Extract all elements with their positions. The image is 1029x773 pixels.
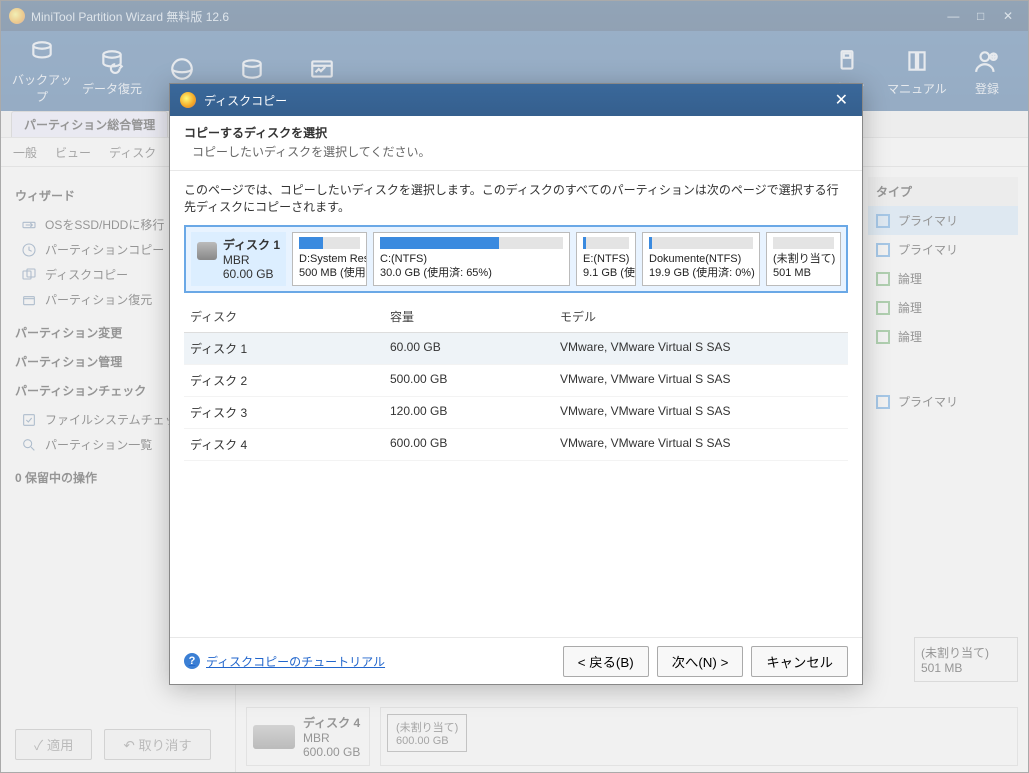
help-icon: ?: [184, 653, 200, 669]
partition-c[interactable]: C:(NTFS) 30.0 GB (使用済: 65%): [373, 232, 570, 286]
back-button[interactable]: < 戻る(B): [563, 646, 649, 677]
usage-fill: [299, 237, 323, 249]
partition-sub: 501 MB: [773, 266, 834, 280]
disk-size: 60.00 GB: [223, 267, 274, 281]
dialog-header: コピーするディスクを選択 コピーしたいディスクを選択してください。: [170, 116, 862, 171]
table-row[interactable]: ディスク 2500.00 GBVMware, VMware Virtual S …: [184, 365, 848, 397]
usage-fill: [649, 237, 652, 249]
col-disk: ディスク: [190, 308, 390, 325]
partition-unallocated[interactable]: (未割り当て) 501 MB: [766, 232, 841, 286]
cell-capacity: 500.00 GB: [390, 372, 560, 389]
cell-disk: ディスク 2: [190, 372, 390, 389]
partition-title: E:(NTFS): [583, 252, 629, 266]
cell-model: VMware, VMware Virtual S SAS: [560, 436, 842, 453]
dialog-subline: コピーしたいディスクを選択してください。: [184, 143, 848, 160]
partition-d[interactable]: D:System Res 500 MB (使用: [292, 232, 367, 286]
partition-e[interactable]: E:(NTFS) 9.1 GB (使: [576, 232, 636, 286]
partition-sub: 500 MB (使用: [299, 266, 360, 280]
cell-model: VMware, VMware Virtual S SAS: [560, 372, 842, 389]
dialog-headline: コピーするディスクを選択: [184, 124, 848, 141]
cell-disk: ディスク 3: [190, 404, 390, 421]
tutorial-label: ディスクコピーのチュートリアル: [206, 653, 385, 670]
partition-sub: 9.1 GB (使: [583, 266, 629, 280]
dialog-logo-icon: [180, 92, 196, 108]
disk-scheme: MBR: [223, 253, 250, 267]
col-model: モデル: [560, 308, 842, 325]
disk-summary[interactable]: ディスク 1 MBR 60.00 GB: [191, 232, 286, 286]
table-row[interactable]: ディスク 3120.00 GBVMware, VMware Virtual S …: [184, 397, 848, 429]
dialog-close-icon[interactable]: ✕: [831, 90, 852, 110]
dialog-footer: ? ディスクコピーのチュートリアル < 戻る(B) 次へ(N) > キャンセル: [170, 637, 862, 684]
cancel-button[interactable]: キャンセル: [751, 646, 848, 677]
hdd-icon: [197, 242, 217, 260]
partition-title: Dokumente(NTFS): [649, 252, 753, 266]
disk-table: ディスク 容量 モデル ディスク 160.00 GBVMware, VMware…: [184, 301, 848, 461]
cell-disk: ディスク 4: [190, 436, 390, 453]
dialog-hint: このページでは、コピーしたいディスクを選択します。このディスクのすべてのパーティ…: [184, 181, 848, 215]
cell-capacity: 600.00 GB: [390, 436, 560, 453]
cell-model: VMware, VMware Virtual S SAS: [560, 404, 842, 421]
col-capacity: 容量: [390, 308, 560, 325]
dialog-titlebar: ディスクコピー ✕: [170, 84, 862, 116]
usage-fill: [380, 237, 499, 249]
partition-title: (未割り当て): [773, 252, 834, 266]
partition-title: C:(NTFS): [380, 252, 563, 266]
table-header: ディスク 容量 モデル: [184, 301, 848, 333]
selected-disk-strip: ディスク 1 MBR 60.00 GB D:System Res 500 MB …: [184, 225, 848, 293]
next-button[interactable]: 次へ(N) >: [657, 646, 744, 677]
table-row[interactable]: ディスク 160.00 GBVMware, VMware Virtual S S…: [184, 333, 848, 365]
partition-sub: 19.9 GB (使用済: 0%): [649, 266, 753, 280]
partition-documents[interactable]: Dokumente(NTFS) 19.9 GB (使用済: 0%): [642, 232, 760, 286]
disk-name: ディスク 1: [223, 238, 280, 252]
dialog-content: このページでは、コピーしたいディスクを選択します。このディスクのすべてのパーティ…: [170, 171, 862, 637]
tutorial-link[interactable]: ? ディスクコピーのチュートリアル: [184, 653, 385, 670]
disk-copy-dialog: ディスクコピー ✕ コピーするディスクを選択 コピーしたいディスクを選択してくだ…: [169, 83, 863, 685]
cell-capacity: 60.00 GB: [390, 340, 560, 357]
cell-capacity: 120.00 GB: [390, 404, 560, 421]
partition-sub: 30.0 GB (使用済: 65%): [380, 266, 563, 280]
partition-title: D:System Res: [299, 252, 360, 266]
cell-model: VMware, VMware Virtual S SAS: [560, 340, 842, 357]
usage-fill: [583, 237, 586, 249]
table-row[interactable]: ディスク 4600.00 GBVMware, VMware Virtual S …: [184, 429, 848, 461]
dialog-title: ディスクコピー: [204, 92, 831, 109]
cell-disk: ディスク 1: [190, 340, 390, 357]
